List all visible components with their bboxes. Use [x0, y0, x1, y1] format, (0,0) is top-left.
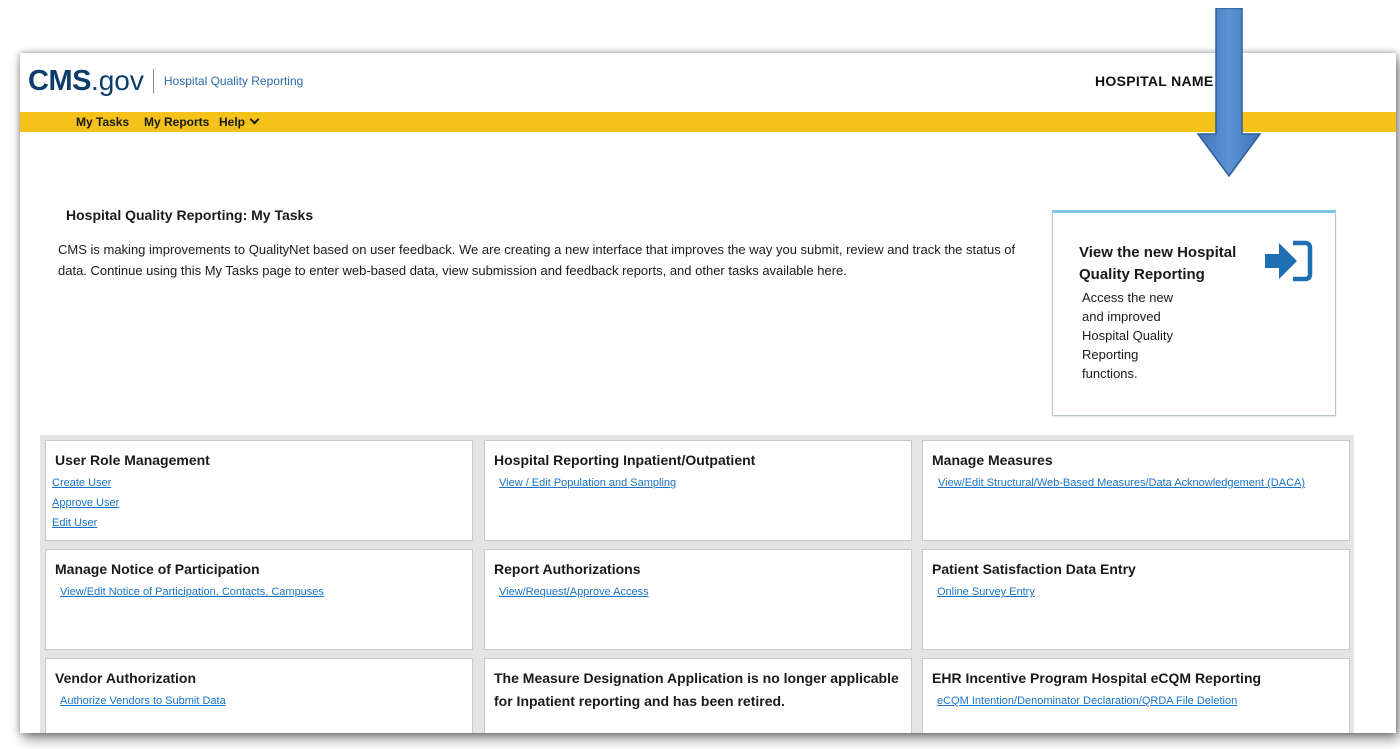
link-notice-of-participation[interactable]: View/Edit Notice of Participation, Conta… [60, 582, 460, 602]
card-title: User Role Management [55, 452, 210, 468]
link-approve-access[interactable]: View/Request/Approve Access [499, 582, 899, 602]
card-measure-designation: The Measure Designation Application is n… [484, 658, 912, 733]
link-edit-user[interactable]: Edit User [52, 513, 452, 533]
nav-my-tasks[interactable]: My Tasks [76, 115, 129, 129]
link-online-survey-entry[interactable]: Online Survey Entry [937, 582, 1337, 602]
card-manage-measures: Manage Measures View/Edit Structural/Web… [922, 440, 1350, 541]
app-window: CMS .gov Hospital Quality Reporting HOSP… [20, 53, 1396, 733]
sign-in-arrow-icon[interactable] [1263, 239, 1313, 283]
cms-logo[interactable]: CMS .gov Hospital Quality Reporting [28, 64, 303, 98]
link-authorize-vendors[interactable]: Authorize Vendors to Submit Data [60, 691, 460, 711]
card-title: EHR Incentive Program Hospital eCQM Repo… [932, 670, 1262, 686]
card-user-role-management: User Role Management Create User Approve… [45, 440, 473, 541]
callout-description: Access the new and improved Hospital Qua… [1082, 290, 1174, 381]
task-grid: User Role Management Create User Approve… [40, 435, 1354, 733]
link-create-user[interactable]: Create User [52, 473, 452, 493]
link-approve-user[interactable]: Approve User [52, 493, 452, 513]
callout-title[interactable]: View the new Hospital Quality Reporting [1079, 242, 1249, 286]
nav-my-reports[interactable]: My Reports [144, 115, 209, 129]
card-links: Authorize Vendors to Submit Data [60, 691, 460, 711]
page-title: Hospital Quality Reporting: My Tasks [66, 207, 314, 223]
card-notice-of-participation: Manage Notice of Participation View/Edit… [45, 549, 473, 650]
card-links: Online Survey Entry [937, 582, 1337, 602]
chevron-down-icon [249, 114, 260, 125]
intro-text: CMS is making improvements to QualityNet… [58, 242, 1016, 278]
card-links: View/Request/Approve Access [499, 582, 899, 602]
card-title: Vendor Authorization [55, 670, 197, 686]
card-links: eCQM Intention/Denominator Declaration/Q… [937, 691, 1337, 711]
card-title: The Measure Designation Application is n… [494, 670, 899, 709]
logo-cms: CMS [28, 64, 91, 97]
card-ehr-incentive: EHR Incentive Program Hospital eCQM Repo… [922, 658, 1350, 733]
card-title: Report Authorizations [494, 561, 641, 577]
card-title: Manage Measures [932, 452, 1053, 468]
link-structural-measures[interactable]: View/Edit Structural/Web-Based Measures/… [932, 473, 1332, 493]
card-patient-satisfaction: Patient Satisfaction Data Entry Online S… [922, 549, 1350, 650]
nav-help-label: Help [219, 115, 246, 129]
link-population-sampling[interactable]: View / Edit Population and Sampling [499, 473, 899, 493]
card-title: Manage Notice of Participation [55, 561, 260, 577]
logo-divider [152, 69, 154, 93]
card-hospital-reporting: Hospital Reporting Inpatient/Outpatient … [484, 440, 912, 541]
card-links: View / Edit Population and Sampling [499, 473, 899, 493]
nav-bar: My Tasks My Reports Help [20, 112, 1396, 132]
app-name: Hospital Quality Reporting [163, 74, 304, 88]
card-report-authorizations: Report Authorizations View/Request/Appro… [484, 549, 912, 650]
logo-gov: .gov [90, 65, 144, 96]
card-links: View/Edit Notice of Participation, Conta… [60, 582, 460, 602]
nav-help[interactable]: Help [219, 114, 260, 129]
annotation-arrow-icon [1196, 8, 1262, 178]
new-hqr-callout[interactable]: View the new Hospital Quality Reporting … [1052, 210, 1336, 416]
card-links: View/Edit Structural/Web-Based Measures/… [932, 473, 1332, 493]
card-title: Patient Satisfaction Data Entry [932, 561, 1136, 577]
link-ecqm-intention[interactable]: eCQM Intention/Denominator Declaration/Q… [937, 691, 1337, 711]
card-title: Hospital Reporting Inpatient/Outpatient [494, 452, 756, 468]
card-vendor-authorization: Vendor Authorization Authorize Vendors t… [45, 658, 473, 733]
card-links: Create User Approve User Edit User [52, 473, 452, 533]
